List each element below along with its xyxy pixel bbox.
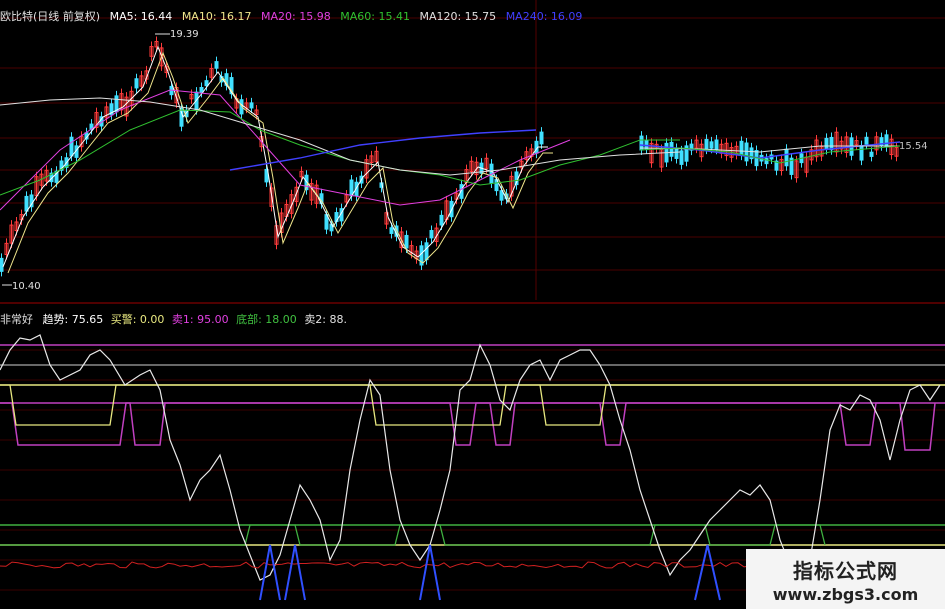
candle-body (424, 242, 429, 261)
blue-spike (284, 544, 306, 601)
stock-title: 欧比特(日线 前复权) (0, 10, 101, 23)
candle-body (429, 230, 434, 239)
stock-chart-window: 欧比特(日线 前复权) MA5: 16.44 MA10: 16.17 MA20:… (0, 0, 945, 609)
high-price-label: 19.39 (170, 29, 199, 40)
candle-body (859, 145, 864, 161)
candle-body (824, 137, 829, 151)
trend-oscillator-line (0, 334, 941, 581)
green-step-line (0, 524, 826, 546)
candle-body (249, 102, 254, 109)
candle-body (829, 136, 834, 151)
candle-body (679, 150, 684, 165)
last-price-label: 15.54 (899, 141, 928, 152)
candle-body (869, 151, 874, 157)
candle-body (744, 142, 749, 162)
candle-body (24, 195, 29, 212)
chart-canvas[interactable] (0, 0, 945, 609)
candle-body (439, 214, 444, 226)
site-watermark: 指标公式网 www.zbgs3.com (746, 549, 945, 609)
buy-alert-value: 买警: 0.00 (110, 313, 165, 326)
candle-body (884, 134, 889, 148)
candle-body (714, 139, 719, 150)
candle-body (214, 61, 219, 69)
ma20-label: MA20: 15.98 (261, 10, 331, 23)
ma120-line (0, 97, 681, 176)
ma240-label: MA240: 16.09 (505, 10, 583, 23)
candle-body (674, 148, 679, 159)
candle-body (669, 141, 674, 157)
price-panel[interactable] (0, 33, 901, 286)
sell1-value: 卖1: 95.00 (171, 313, 229, 326)
indicator-header: 非常好 趋势: 75.65 买警: 0.00 卖1: 95.00 底部: 18.… (0, 311, 347, 327)
candle-body (539, 131, 544, 145)
indicator-name: 非常好 (0, 313, 33, 326)
ma20-line (0, 89, 571, 211)
candle-body (864, 136, 869, 145)
candle-body (204, 80, 209, 87)
ma120-label: MA120: 15.75 (419, 10, 497, 23)
candle-body (199, 86, 204, 93)
watermark-title: 指标公式网 (793, 559, 898, 583)
blue-spike (694, 544, 721, 601)
candle-body (389, 227, 394, 234)
trend-value: 趋势: 75.65 (42, 313, 104, 326)
bottom-value: 底部: 18.00 (236, 313, 297, 326)
candle-body (704, 138, 709, 150)
candle-body (134, 78, 139, 89)
yellow-step-line (0, 384, 945, 426)
ma60-label: MA60: 15.41 (340, 10, 410, 23)
blue-spike (419, 544, 441, 601)
blue-spike (259, 544, 281, 601)
main-header: 欧比特(日线 前复权) MA5: 16.44 MA10: 16.17 MA20:… (0, 8, 582, 24)
candle-body (709, 141, 714, 149)
watermark-url: www.zbgs3.com (772, 585, 919, 604)
candle-body (0, 257, 4, 272)
candle-body (784, 148, 789, 167)
candle-body (739, 140, 744, 156)
ma10-label: MA10: 16.17 (181, 10, 252, 23)
ma5-label: MA5: 16.44 (109, 10, 173, 23)
candle-body (69, 136, 74, 157)
candle-body (404, 234, 409, 249)
low-price-label: 10.40 (12, 281, 41, 292)
sell2-value: 卖2: 88. (304, 313, 348, 326)
